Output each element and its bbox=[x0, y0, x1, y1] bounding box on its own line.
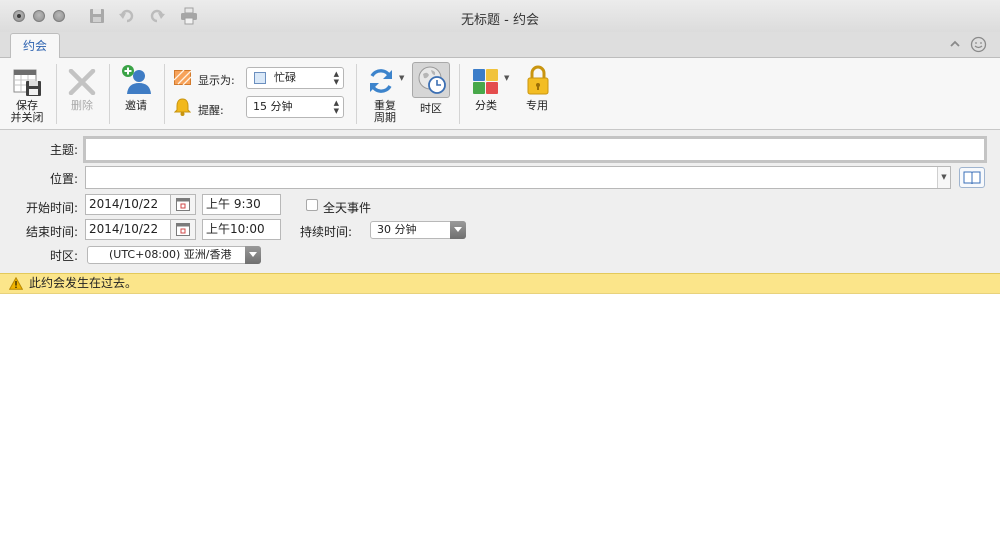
calendar-icon bbox=[176, 223, 190, 236]
end-date-input[interactable]: 2014/10/22 bbox=[85, 219, 171, 240]
timezone-value: (UTC+08:00) 亚洲/香港 bbox=[109, 248, 232, 261]
calendar-icon bbox=[176, 198, 190, 211]
feedback-smiley-icon[interactable] bbox=[970, 36, 987, 53]
categorize-dropdown-icon[interactable]: ▼ bbox=[504, 74, 509, 82]
invite-label: 邀请 bbox=[125, 99, 147, 112]
lock-icon bbox=[527, 65, 549, 95]
recurrence-button[interactable]: ▼ 重复 周期 bbox=[362, 58, 408, 130]
invite-button[interactable]: 邀请 bbox=[115, 58, 157, 130]
end-date-picker-button[interactable] bbox=[170, 219, 196, 240]
title-bar: 无标题 - 约会 bbox=[0, 0, 1000, 32]
info-bar: 此约会发生在过去。 bbox=[0, 273, 1000, 294]
appointment-form: 主题: 位置: ▼ 开始时间: 2014/10/22 上午 9:30 全天事件 … bbox=[0, 130, 1000, 273]
dropdown-arrow-icon bbox=[450, 221, 466, 239]
show-as-label: 显示为: bbox=[198, 74, 235, 87]
duration-select[interactable]: 30 分钟 bbox=[370, 221, 466, 239]
location-dropdown-button[interactable]: ▼ bbox=[937, 167, 950, 188]
start-date-picker-button[interactable] bbox=[170, 194, 196, 215]
reminder-value: 15 分钟 bbox=[253, 100, 293, 113]
duration-value: 30 分钟 bbox=[377, 223, 417, 236]
ribbon-separator bbox=[356, 64, 357, 124]
invite-attendee-icon bbox=[122, 65, 151, 94]
ribbon-separator bbox=[459, 64, 460, 124]
private-label: 专用 bbox=[526, 99, 548, 112]
private-button[interactable]: 专用 bbox=[518, 58, 556, 130]
categorize-icon bbox=[473, 69, 498, 94]
delete-label: 删除 bbox=[71, 99, 93, 112]
recurrence-dropdown-icon[interactable]: ▼ bbox=[399, 74, 404, 82]
timezone-select[interactable]: (UTC+08:00) 亚洲/香港 bbox=[87, 246, 261, 264]
ribbon-tab-strip: 约会 bbox=[0, 32, 1000, 59]
recurrence-icon bbox=[370, 69, 392, 93]
categorize-button[interactable]: ▼ 分类 bbox=[466, 58, 516, 130]
start-time-label: 开始时间: bbox=[25, 201, 78, 215]
start-time-input[interactable]: 上午 9:30 bbox=[202, 194, 281, 215]
reminder-select[interactable]: 15 分钟 ▲ ▼ bbox=[246, 96, 344, 118]
all-day-checkbox[interactable] bbox=[306, 199, 318, 211]
delete-button[interactable]: 删除 bbox=[62, 58, 102, 130]
show-as-pattern-icon bbox=[174, 70, 191, 85]
ribbon-separator bbox=[56, 64, 57, 124]
location-input[interactable] bbox=[85, 166, 951, 189]
stepper-arrows-icon: ▲ ▼ bbox=[333, 70, 339, 86]
start-date-input[interactable]: 2014/10/22 bbox=[85, 194, 171, 215]
info-bar-message: 此约会发生在过去。 bbox=[29, 276, 138, 290]
timezone-label: 时区: bbox=[49, 249, 78, 263]
end-time-input[interactable]: 上午10:00 bbox=[202, 219, 281, 240]
address-book-button[interactable] bbox=[959, 167, 985, 188]
delete-x-icon bbox=[68, 69, 96, 95]
show-as-select[interactable]: 忙碌 ▲ ▼ bbox=[246, 67, 344, 89]
tab-appointment[interactable]: 约会 bbox=[10, 33, 60, 59]
stepper-arrows-icon: ▲ ▼ bbox=[333, 99, 339, 115]
all-day-label: 全天事件 bbox=[323, 201, 372, 215]
globe-clock-icon bbox=[418, 66, 446, 94]
reminder-bell-icon bbox=[174, 98, 191, 116]
end-time-label: 结束时间: bbox=[25, 225, 78, 239]
ribbon-separator bbox=[109, 64, 110, 124]
collapse-ribbon-icon[interactable] bbox=[948, 37, 962, 51]
calendar-save-icon bbox=[13, 69, 41, 96]
save-close-label-line2: 并关闭 bbox=[10, 111, 44, 124]
warning-icon bbox=[9, 277, 23, 290]
subject-input[interactable] bbox=[83, 136, 987, 163]
notes-body-editor[interactable] bbox=[0, 294, 1000, 548]
subject-label: 主题: bbox=[49, 143, 78, 157]
time-zones-button[interactable] bbox=[412, 62, 450, 98]
dropdown-arrow-icon bbox=[245, 246, 261, 264]
categorize-label: 分类 bbox=[475, 99, 497, 112]
duration-label: 持续时间: bbox=[300, 225, 353, 239]
ribbon: 保存 并关闭 删除 邀请 显示为: 忙碌 ▲ ▼ 提醒: 15 分钟 ▲ ▼ ▼… bbox=[0, 58, 1000, 130]
busy-status-swatch bbox=[254, 72, 266, 84]
save-and-close-button[interactable]: 保存 并关闭 bbox=[6, 58, 48, 130]
address-book-icon bbox=[963, 171, 981, 184]
recurrence-label-line2: 周期 bbox=[374, 111, 396, 124]
reminder-label: 提醒: bbox=[198, 104, 224, 117]
show-as-value: 忙碌 bbox=[274, 71, 296, 84]
time-zones-label: 时区 bbox=[420, 102, 442, 115]
window-title: 无标题 - 约会 bbox=[461, 13, 539, 28]
location-label: 位置: bbox=[49, 172, 78, 186]
ribbon-separator bbox=[164, 64, 165, 124]
